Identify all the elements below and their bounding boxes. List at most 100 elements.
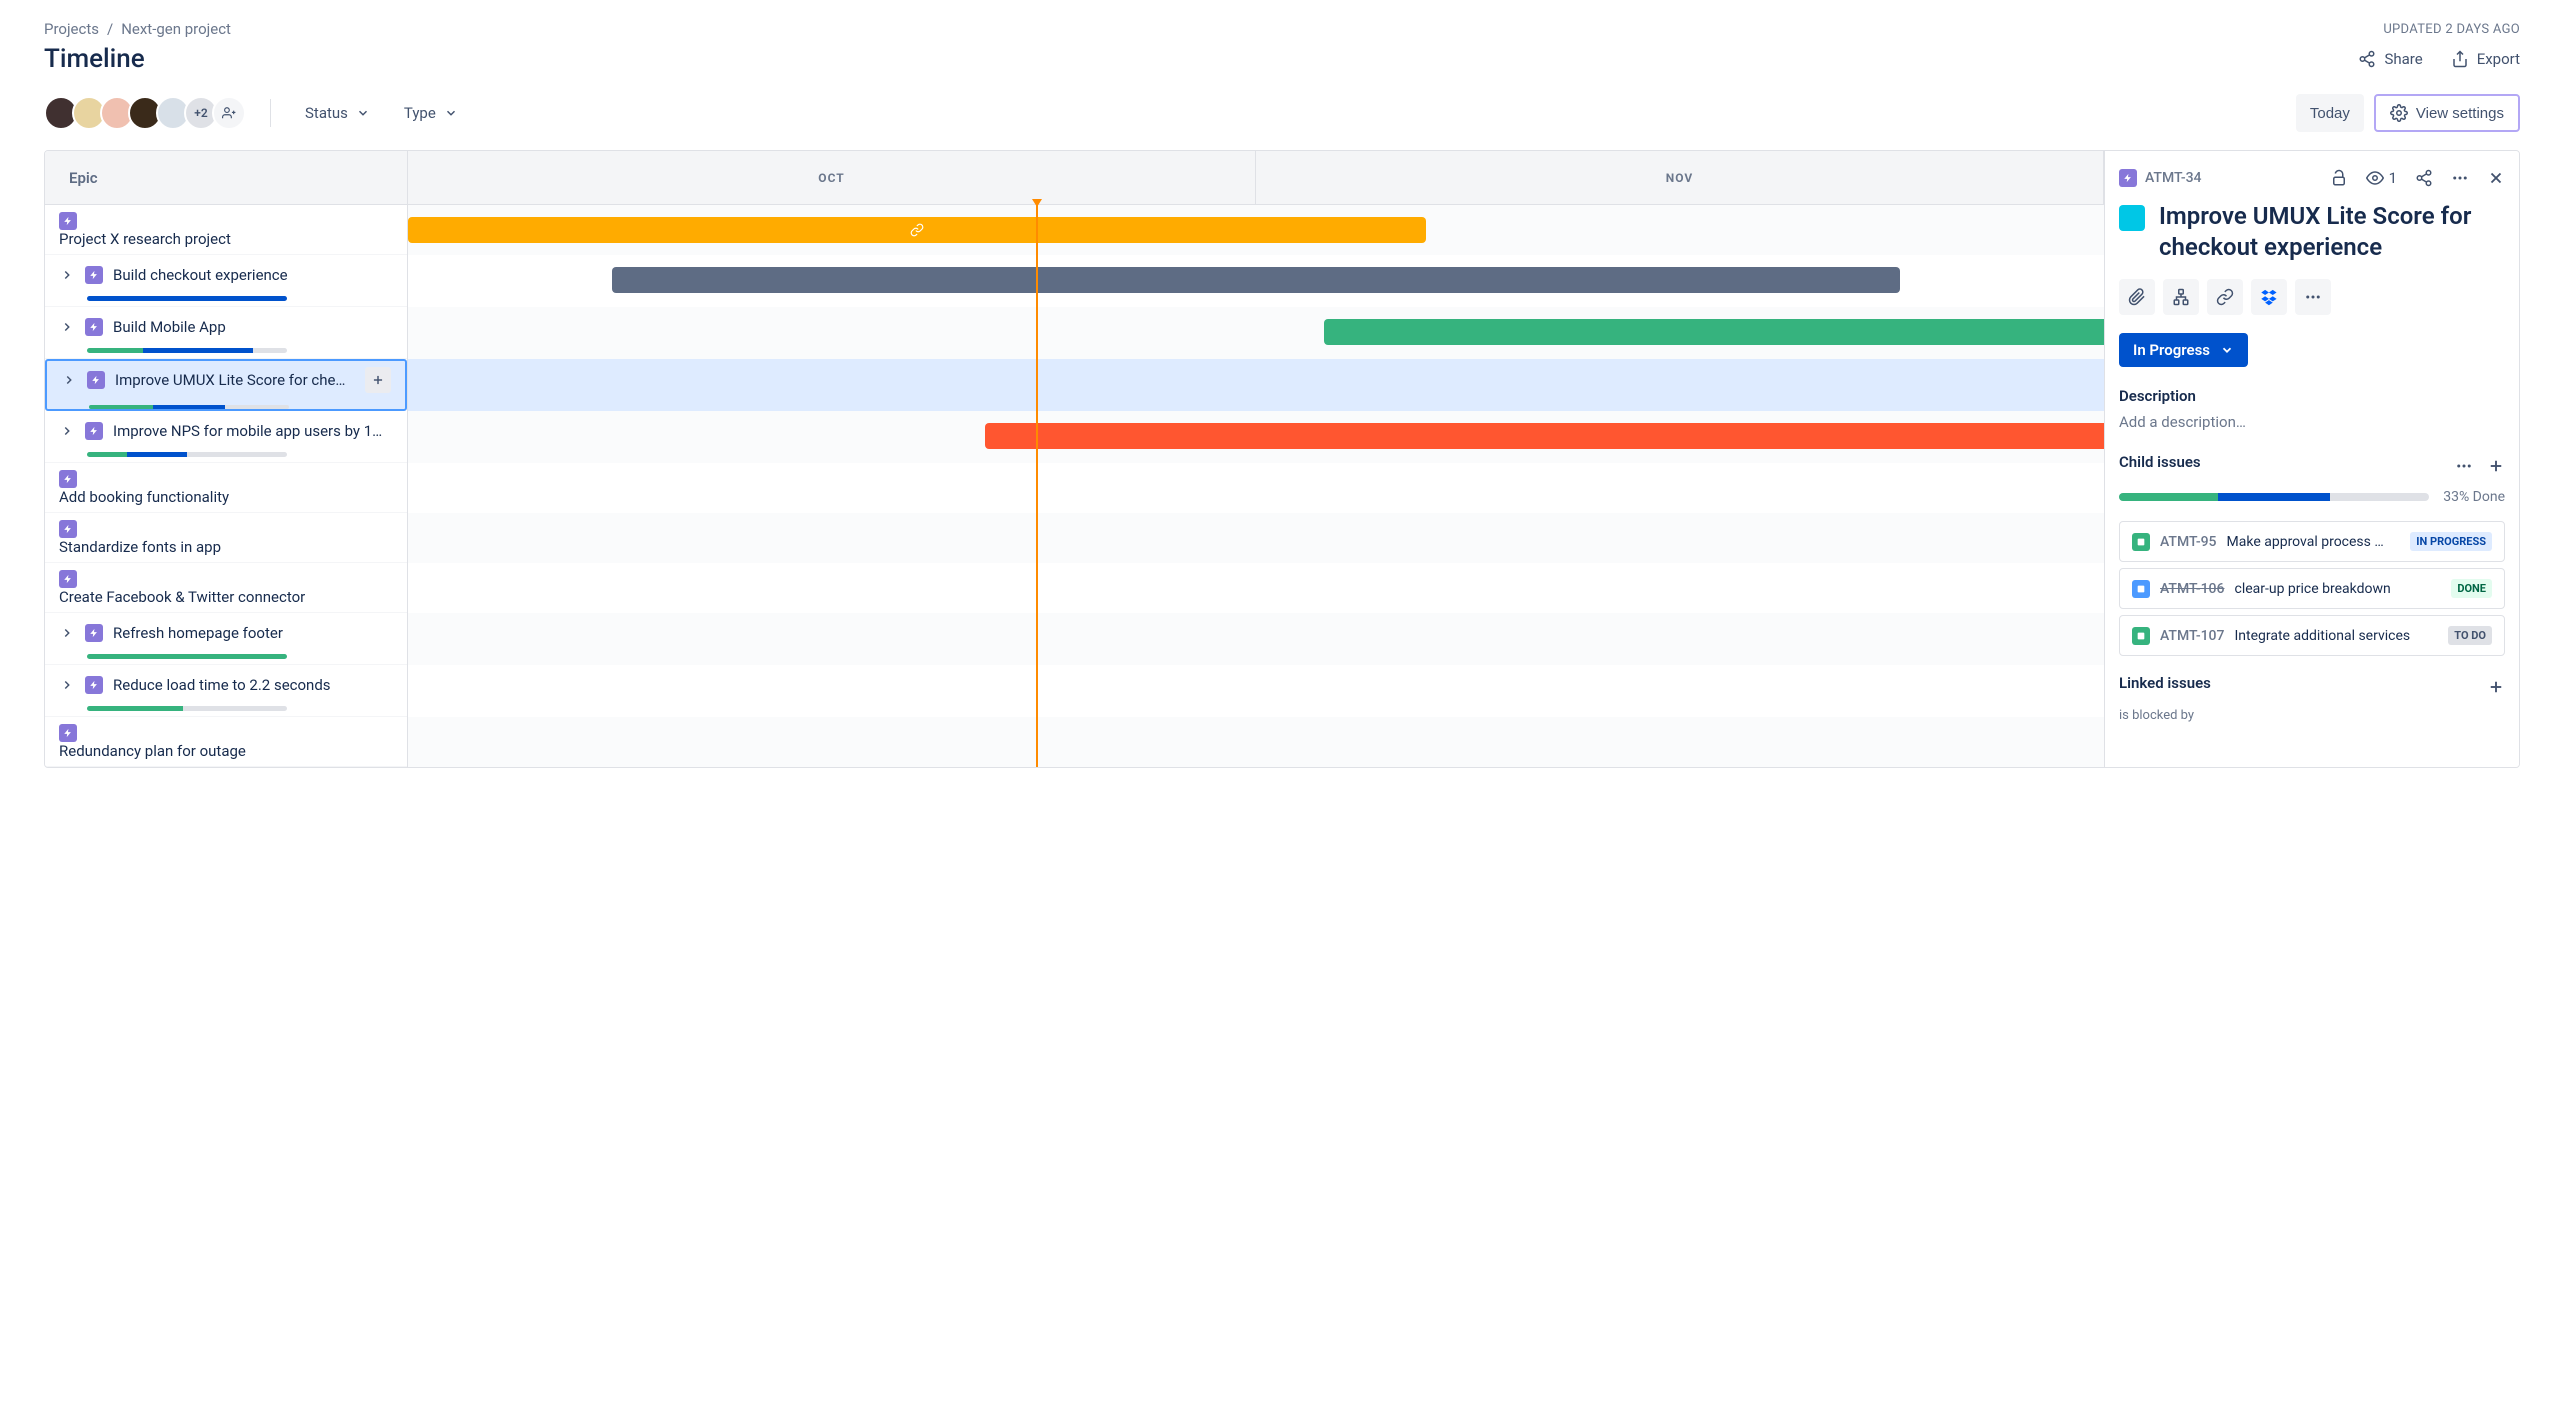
issue-key[interactable]: ATMT-34 xyxy=(2119,169,2202,187)
child-progress-bar xyxy=(2119,493,2429,501)
plus-icon[interactable] xyxy=(2487,678,2505,696)
child-issue-key[interactable]: ATMT-106 xyxy=(2160,581,2224,597)
watchers-button[interactable]: 1 xyxy=(2366,169,2397,187)
epic-progress-bar xyxy=(87,654,287,659)
lock-icon[interactable] xyxy=(2330,169,2348,187)
gantt-row[interactable] xyxy=(408,717,2104,767)
gantt-row[interactable] xyxy=(408,307,2104,359)
more-actions-button[interactable] xyxy=(2295,279,2331,315)
timeline-header: OCT NOV xyxy=(408,151,2104,205)
gantt-row[interactable] xyxy=(408,665,2104,717)
chevron-right-icon[interactable] xyxy=(59,424,75,438)
chevron-down-icon xyxy=(444,106,458,120)
epic-progress-bar xyxy=(87,296,287,301)
add-child-epic-button[interactable] xyxy=(365,367,391,393)
month-label: OCT xyxy=(408,151,1256,204)
link-icon xyxy=(910,223,924,237)
more-icon xyxy=(2304,288,2322,306)
export-button[interactable]: Export xyxy=(2451,50,2520,68)
child-issues-label: Child issues xyxy=(2119,453,2201,471)
add-person-icon xyxy=(222,106,236,120)
last-updated-text: UPDATED 2 DAYS AGO xyxy=(2383,22,2520,37)
epic-icon xyxy=(59,520,77,538)
share-icon[interactable] xyxy=(2415,169,2433,187)
epic-color-chip[interactable] xyxy=(2119,205,2145,231)
month-label: NOV xyxy=(1256,151,2104,204)
issue-type-icon xyxy=(2132,627,2150,645)
gantt-row[interactable] xyxy=(408,359,2104,411)
epic-row[interactable]: Improve UMUX Lite Score for che… xyxy=(45,359,407,411)
gantt-row[interactable] xyxy=(408,205,2104,255)
child-issue-row[interactable]: ATMT-107 Integrate additional services TO … xyxy=(2119,615,2505,656)
child-issue-key[interactable]: ATMT-107 xyxy=(2160,628,2224,644)
epic-row[interactable]: Redundancy plan for outage xyxy=(45,717,407,767)
timeline-bar[interactable] xyxy=(408,217,1426,243)
epic-title: Reduce load time to 2.2 seconds xyxy=(113,676,393,694)
status-dropdown[interactable]: In Progress xyxy=(2119,333,2248,367)
child-issue-status[interactable]: IN PROGRESS xyxy=(2410,532,2492,551)
child-issue-summary: clear-up price breakdown xyxy=(2234,581,2441,597)
chevron-right-icon[interactable] xyxy=(61,373,77,387)
epic-icon xyxy=(2119,169,2137,187)
child-issue-row[interactable]: ATMT-95Make approval process …IN PROGRES… xyxy=(2119,521,2505,562)
epic-row[interactable]: Refresh homepage footer xyxy=(45,613,407,665)
breadcrumb-projects[interactable]: Projects xyxy=(44,20,99,38)
child-issue-status[interactable]: TO DO xyxy=(2448,626,2492,645)
epic-title: Improve UMUX Lite Score for che… xyxy=(115,371,355,389)
chevron-right-icon[interactable] xyxy=(59,626,75,640)
attach-button[interactable] xyxy=(2119,279,2155,315)
epic-title: Standardize fonts in app xyxy=(59,538,221,556)
epic-row[interactable]: Create Facebook & Twitter connector xyxy=(45,563,407,613)
chevron-right-icon[interactable] xyxy=(59,268,75,282)
plus-icon[interactable] xyxy=(2487,457,2505,475)
more-icon[interactable] xyxy=(2455,457,2473,475)
more-icon[interactable] xyxy=(2451,169,2469,187)
description-field[interactable]: Add a description… xyxy=(2119,413,2505,431)
epic-row[interactable]: Build checkout experience xyxy=(45,255,407,307)
epic-row[interactable]: Improve NPS for mobile app users by 1… xyxy=(45,411,407,463)
epic-row[interactable]: Add booking functionality xyxy=(45,463,407,513)
chevron-right-icon[interactable] xyxy=(59,678,75,692)
epic-title: Redundancy plan for outage xyxy=(59,742,246,760)
gantt-row[interactable] xyxy=(408,613,2104,665)
linked-issues-label: Linked issues xyxy=(2119,674,2211,692)
gantt-row[interactable] xyxy=(408,463,2104,513)
epic-title: Refresh homepage footer xyxy=(113,624,393,642)
link-button[interactable] xyxy=(2207,279,2243,315)
child-issue-status[interactable]: DONE xyxy=(2451,579,2492,598)
gantt-row[interactable] xyxy=(408,411,2104,463)
epic-row[interactable]: Project X research project xyxy=(45,205,407,255)
today-marker-icon xyxy=(1032,199,1042,207)
child-issue-row[interactable]: ATMT-106 clear-up price breakdown DONE xyxy=(2119,568,2505,609)
epic-title: Build Mobile App xyxy=(113,318,393,336)
today-button[interactable]: Today xyxy=(2296,94,2364,132)
share-button[interactable]: Share xyxy=(2358,50,2422,68)
type-filter[interactable]: Type xyxy=(394,98,468,128)
gantt-row[interactable] xyxy=(408,513,2104,563)
epic-progress-bar xyxy=(87,452,287,457)
add-people-button[interactable] xyxy=(212,96,246,130)
gantt-row[interactable] xyxy=(408,255,2104,307)
timeline-bar[interactable] xyxy=(612,267,1901,293)
epic-row[interactable]: Build Mobile App xyxy=(45,307,407,359)
epic-icon xyxy=(85,266,103,284)
breadcrumb: Projects / Next-gen project xyxy=(44,20,231,38)
epic-row[interactable]: Standardize fonts in app xyxy=(45,513,407,563)
issue-title[interactable]: Improve UMUX Lite Score for checkout exp… xyxy=(2159,201,2505,263)
chevron-right-icon[interactable] xyxy=(59,320,75,334)
dropbox-button[interactable] xyxy=(2251,279,2287,315)
add-child-button[interactable] xyxy=(2163,279,2199,315)
child-issue-summary: Integrate additional services xyxy=(2234,628,2438,644)
epic-row[interactable]: Reduce load time to 2.2 seconds xyxy=(45,665,407,717)
child-issue-key[interactable]: ATMT-95 xyxy=(2160,534,2217,550)
gear-icon xyxy=(2390,104,2408,122)
breadcrumb-project[interactable]: Next-gen project xyxy=(121,20,231,38)
status-filter[interactable]: Status xyxy=(295,98,380,128)
view-settings-button[interactable]: View settings xyxy=(2374,94,2520,132)
gantt-row[interactable] xyxy=(408,563,2104,613)
epic-icon xyxy=(85,676,103,694)
epic-column-header: Epic xyxy=(45,151,407,205)
close-icon[interactable] xyxy=(2487,169,2505,187)
timeline-bar[interactable] xyxy=(1324,319,2104,345)
timeline-bar[interactable] xyxy=(985,423,2104,449)
